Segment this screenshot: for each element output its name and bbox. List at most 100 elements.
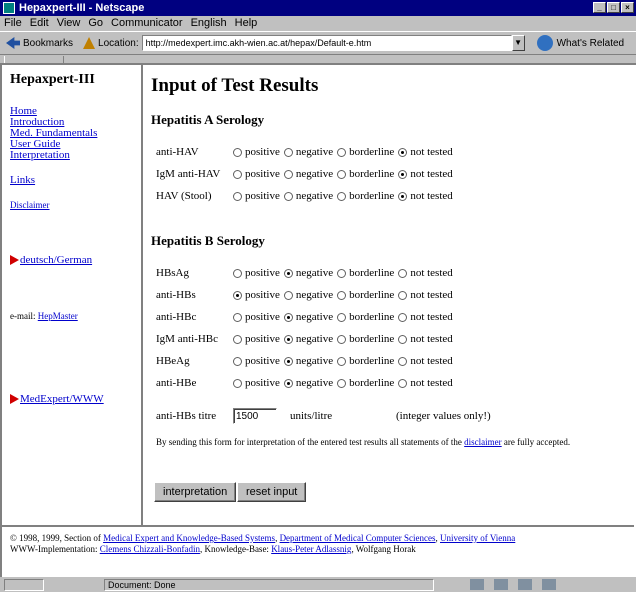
footer-link-implementation[interactable]: Clemens Chizzali-Bonfadin [100, 544, 200, 554]
radio-option[interactable]: positive [233, 377, 280, 389]
notice-disclaimer-link[interactable]: disclaimer [464, 437, 502, 447]
radio-button[interactable] [283, 334, 293, 344]
radio-option[interactable]: not tested [398, 146, 453, 158]
radio-button[interactable] [398, 268, 408, 278]
radio-option[interactable]: not tested [398, 168, 453, 180]
radio-button[interactable] [337, 312, 347, 322]
menu-communicator[interactable]: Communicator [111, 17, 183, 29]
radio-button[interactable] [233, 378, 242, 388]
radio-button[interactable] [283, 169, 293, 179]
radio-option[interactable]: negative [283, 146, 333, 158]
radio-button[interactable] [283, 147, 293, 157]
toolbar-tab[interactable] [4, 56, 64, 63]
footer-link-section[interactable]: Medical Expert and Knowledge-Based Syste… [103, 533, 275, 543]
radio-button[interactable] [233, 356, 242, 366]
radio-button[interactable] [337, 356, 347, 366]
radio-button[interactable] [398, 169, 408, 179]
email-link[interactable]: HepMaster [38, 311, 78, 321]
titre-input[interactable] [233, 408, 277, 424]
radio-option[interactable]: positive [233, 289, 280, 301]
radio-button[interactable] [337, 334, 347, 344]
nav-links[interactable]: Links [10, 175, 141, 186]
radio-option[interactable]: not tested [398, 190, 453, 202]
radio-button[interactable] [398, 147, 408, 157]
radio-option[interactable]: negative [283, 377, 333, 389]
radio-option[interactable]: positive [233, 146, 280, 158]
whats-related-icon[interactable] [536, 35, 553, 51]
radio-option[interactable]: borderline [337, 190, 394, 202]
footer-link-department[interactable]: Department of Medical Computer Sciences [280, 533, 436, 543]
radio-option[interactable]: not tested [398, 355, 453, 367]
reset-input-button[interactable]: reset input [237, 482, 307, 502]
radio-button[interactable] [337, 290, 347, 300]
radio-button[interactable] [398, 334, 408, 344]
radio-button[interactable] [233, 290, 242, 300]
radio-option[interactable]: not tested [398, 289, 453, 301]
radio-option[interactable]: negative [283, 289, 333, 301]
radio-option[interactable]: not tested [398, 377, 453, 389]
radio-option[interactable]: not tested [398, 333, 453, 345]
radio-button[interactable] [233, 169, 242, 179]
nav-interpretation[interactable]: Interpretation [10, 150, 141, 161]
radio-option[interactable]: borderline [337, 377, 394, 389]
radio-option[interactable]: borderline [337, 289, 394, 301]
footer-link-university[interactable]: University of Vienna [440, 533, 515, 543]
radio-option[interactable]: borderline [337, 311, 394, 323]
radio-button[interactable] [283, 356, 293, 366]
menu-help[interactable]: Help [235, 17, 258, 29]
radio-button[interactable] [398, 378, 408, 388]
bookmarks-button[interactable]: Bookmarks [6, 37, 73, 49]
menu-edit[interactable]: Edit [30, 17, 49, 29]
menu-file[interactable]: File [4, 17, 22, 29]
security-icon[interactable] [4, 578, 44, 591]
url-dropdown-button[interactable]: ▼ [511, 35, 525, 51]
radio-option[interactable]: borderline [337, 267, 394, 279]
radio-option[interactable]: positive [233, 267, 280, 279]
url-input[interactable] [141, 35, 512, 51]
radio-option[interactable]: borderline [337, 333, 394, 345]
radio-option[interactable]: not tested [398, 311, 453, 323]
radio-button[interactable] [233, 147, 242, 157]
radio-button[interactable] [398, 191, 408, 201]
radio-button[interactable] [283, 191, 293, 201]
radio-button[interactable] [283, 312, 293, 322]
discussion-icon[interactable] [518, 579, 532, 590]
radio-option[interactable]: not tested [398, 267, 453, 279]
mail-icon[interactable] [494, 579, 508, 590]
radio-button[interactable] [337, 147, 347, 157]
radio-option[interactable]: negative [283, 333, 333, 345]
whats-related-label[interactable]: What's Related [557, 38, 625, 49]
radio-button[interactable] [233, 268, 242, 278]
radio-button[interactable] [398, 356, 408, 366]
radio-button[interactable] [337, 169, 347, 179]
radio-option[interactable]: borderline [337, 355, 394, 367]
radio-option[interactable]: positive [233, 355, 280, 367]
nav-medexpert[interactable]: MedExpert/WWW [20, 393, 104, 405]
radio-button[interactable] [283, 268, 293, 278]
nav-german[interactable]: deutsch/German [20, 254, 92, 266]
composer-icon[interactable] [542, 579, 556, 590]
menu-english[interactable]: English [191, 17, 227, 29]
radio-option[interactable]: positive [233, 333, 280, 345]
radio-button[interactable] [233, 312, 242, 322]
radio-button[interactable] [337, 268, 347, 278]
nav-disclaimer[interactable]: Disclaimer [10, 200, 141, 211]
radio-option[interactable]: negative [283, 311, 333, 323]
radio-option[interactable]: negative [283, 267, 333, 279]
radio-button[interactable] [283, 378, 293, 388]
radio-option[interactable]: positive [233, 190, 280, 202]
maximize-button[interactable]: □ [607, 2, 620, 13]
radio-option[interactable]: negative [283, 190, 333, 202]
radio-button[interactable] [233, 191, 242, 201]
navigator-icon[interactable] [470, 579, 484, 590]
radio-button[interactable] [233, 334, 242, 344]
radio-button[interactable] [337, 191, 347, 201]
radio-button[interactable] [398, 312, 408, 322]
close-button[interactable]: × [621, 2, 634, 13]
radio-option[interactable]: negative [283, 168, 333, 180]
radio-option[interactable]: positive [233, 311, 280, 323]
radio-button[interactable] [398, 290, 408, 300]
footer-link-knowledge-base[interactable]: Klaus-Peter Adlassnig [271, 544, 351, 554]
radio-option[interactable]: borderline [337, 168, 394, 180]
radio-button[interactable] [337, 378, 347, 388]
